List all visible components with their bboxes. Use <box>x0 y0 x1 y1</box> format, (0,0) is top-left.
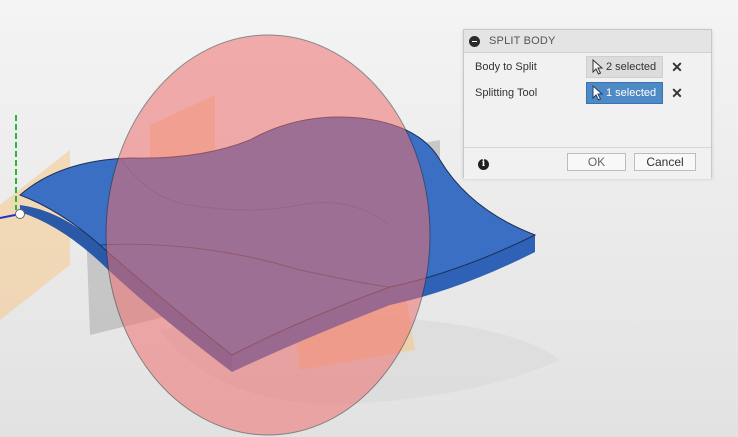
splitting-tool-face[interactable] <box>105 34 431 436</box>
origin-point[interactable] <box>15 209 25 219</box>
body-to-split-label: Body to Split <box>475 61 537 73</box>
splitting-tool-selector[interactable]: 1 selected <box>586 82 663 104</box>
splitting-tool-count: 1 selected <box>606 87 657 99</box>
split-body-dialog: SPLIT BODY Body to Split 2 selected ✕ Sp… <box>463 29 712 179</box>
info-icon[interactable]: i <box>478 159 489 170</box>
dialog-footer: i OK Cancel <box>464 147 711 179</box>
splitting-tool-label: Splitting Tool <box>475 87 538 99</box>
row-body-to-split: Body to Split 2 selected ✕ <box>464 56 711 78</box>
cancel-button[interactable]: Cancel <box>634 153 696 171</box>
cursor-arrow-icon <box>592 59 604 75</box>
dialog-header: SPLIT BODY <box>464 30 711 53</box>
ok-button[interactable]: OK <box>567 153 626 171</box>
clear-tool-selection-icon[interactable]: ✕ <box>670 86 684 100</box>
body-to-split-count: 2 selected <box>606 61 657 73</box>
collapse-icon[interactable] <box>469 35 480 47</box>
body-to-split-selector[interactable]: 2 selected <box>586 56 663 78</box>
clear-body-selection-icon[interactable]: ✕ <box>670 60 684 74</box>
dialog-title: SPLIT BODY <box>489 35 556 47</box>
row-splitting-tool: Splitting Tool 1 selected ✕ <box>464 82 711 104</box>
cursor-arrow-icon <box>592 85 604 101</box>
